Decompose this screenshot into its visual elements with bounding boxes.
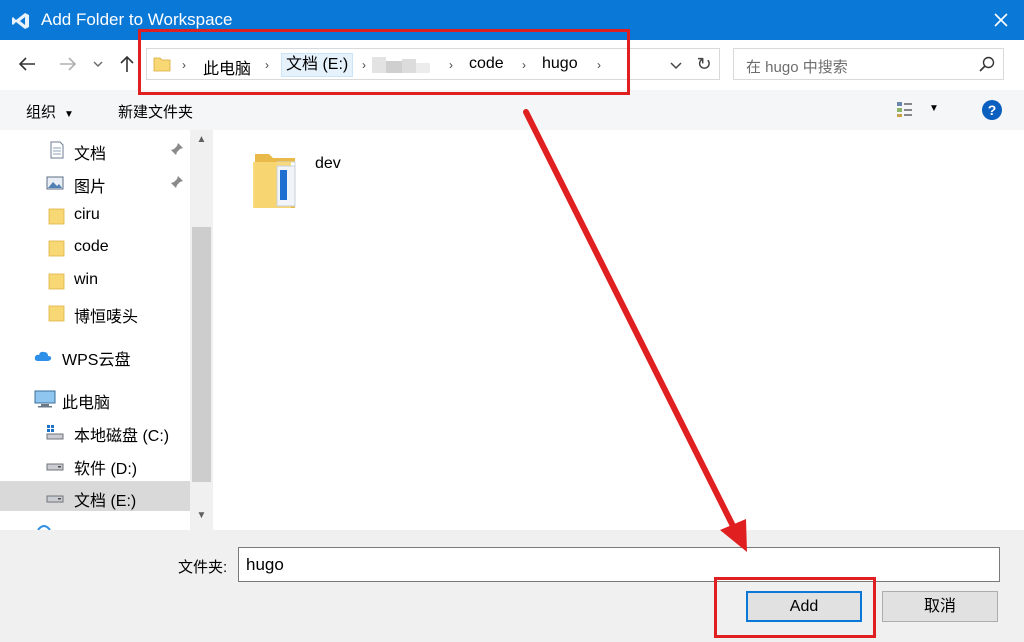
navigation-pane: 文档 图片 ciru code win 博恒唛头 WPS云盘 此电脑 本地磁盘 … [0,130,190,530]
close-button[interactable] [978,0,1024,40]
chevron-down-icon [93,61,103,67]
sidebar-item-wps-cloud[interactable]: WPS云盘 [0,340,190,370]
drive-icon [46,425,64,440]
breadcrumb-hugo[interactable]: hugo [542,55,578,73]
scroll-up-icon[interactable]: ▲ [190,134,213,154]
sidebar-scrollbar[interactable]: ▲ ▼ [190,130,213,530]
breadcrumb-this-pc[interactable]: 此电脑 [203,55,251,79]
sidebar-item-label: 软件 (D:) [74,461,138,478]
sidebar-item-label: win [74,271,99,288]
file-item-dev[interactable]: dev [251,145,371,215]
folder-name-label: 文件夹: [178,559,228,576]
computer-icon [34,390,56,408]
folder-icon [153,57,171,72]
sidebar-item-drive-e[interactable]: 文档 (E:) [0,481,190,511]
sidebar-item-win[interactable]: win [0,265,190,295]
sidebar-item-label: 图片 [74,179,107,196]
view-options-icon[interactable] [896,100,914,118]
folder-icon [48,305,65,322]
breadcrumb-drive-e[interactable]: 文档 (E:) [281,53,354,77]
arrow-up-icon [120,55,134,72]
up-button[interactable] [115,53,139,75]
file-list: dev [213,130,1024,530]
pictures-icon [46,176,64,190]
sidebar-item-code[interactable]: code [0,232,190,262]
sidebar-item-label: 本地磁盘 (C:) [74,428,170,445]
caret-down-icon: ▼ [64,109,74,120]
sidebar-item-label: 此电脑 [62,395,111,412]
sidebar-item-boheng[interactable]: 博恒唛头 [0,297,190,327]
document-icon [50,141,64,159]
network-icon [37,525,51,530]
sidebar-item-label: ciru [74,206,100,223]
arrow-right-icon [60,57,77,71]
back-button[interactable] [15,53,39,75]
sidebar-item-drive-d[interactable]: 软件 (D:) [0,449,190,479]
breadcrumb-separator-icon: › [449,58,453,72]
breadcrumb-separator-icon: › [597,58,601,72]
pin-icon[interactable] [170,175,184,189]
organize-menu[interactable]: 组织 ▼ [26,101,74,122]
sidebar-item-label: 博恒唛头 [74,309,139,326]
refresh-icon: ↻ [696,53,712,74]
file-name: dev [315,155,341,172]
close-icon [994,13,1008,27]
view-dropdown-icon[interactable]: ▼ [929,103,939,114]
sidebar-item-label: 文档 (E:) [74,493,137,510]
breadcrumb-separator-icon: › [362,58,366,72]
drive-icon [46,463,64,471]
window-title: Add Folder to Workspace [41,10,233,29]
recent-locations-button[interactable] [88,53,108,75]
folder-icon [253,154,296,208]
add-button[interactable]: Add [746,591,862,622]
sidebar-item-label: code [74,238,109,255]
vscode-icon [12,13,29,29]
pin-icon[interactable] [170,142,184,156]
title-bar: Add Folder to Workspace [0,0,1024,40]
drive-icon [46,495,64,503]
organize-label: 组织 [26,104,57,121]
sidebar-item-documents[interactable]: 文档 [0,134,190,164]
sidebar-item-label: 文档 [74,146,107,163]
sidebar-item-this-pc[interactable]: 此电脑 [0,383,190,413]
breadcrumb-code[interactable]: code [469,55,504,73]
arrow-left-icon [18,57,35,71]
scroll-down-icon[interactable]: ▼ [190,510,213,530]
search-placeholder: 在 hugo 中搜索 [746,59,848,76]
folder-icon [48,273,65,290]
new-folder-button[interactable]: 新建文件夹 [118,101,193,122]
folder-icon [48,240,65,257]
scrollbar-thumb[interactable] [192,227,211,482]
cancel-button[interactable]: 取消 [882,591,998,622]
address-bar[interactable]: › 此电脑 › 文档 (E:) › › code › hugo › [146,48,720,80]
folder-name-input[interactable] [238,547,1000,582]
blurred-breadcrumb [372,57,430,73]
breadcrumb-separator-icon: › [182,58,186,72]
refresh-button[interactable]: ↻ [689,48,720,80]
help-button[interactable]: ? [982,100,1002,120]
sidebar-item-drive-c[interactable]: 本地磁盘 (C:) [0,416,190,446]
search-icon [979,56,995,72]
sidebar-item-pictures[interactable]: 图片 [0,167,190,197]
address-history-chevron-icon[interactable] [666,55,686,75]
breadcrumb-separator-icon: › [522,58,526,72]
dialog-footer: 文件夹: Add 取消 [0,530,1024,642]
folder-icon [48,208,65,225]
cloud-icon [34,351,52,361]
command-toolbar: 组织 ▼ 新建文件夹 [0,90,1024,130]
sidebar-item-label: WPS云盘 [62,352,131,369]
search-input[interactable]: 在 hugo 中搜索 [733,48,1004,80]
sidebar-item-ciru[interactable]: ciru [0,200,190,230]
breadcrumb-separator-icon: › [265,58,269,72]
forward-button[interactable] [56,53,80,75]
